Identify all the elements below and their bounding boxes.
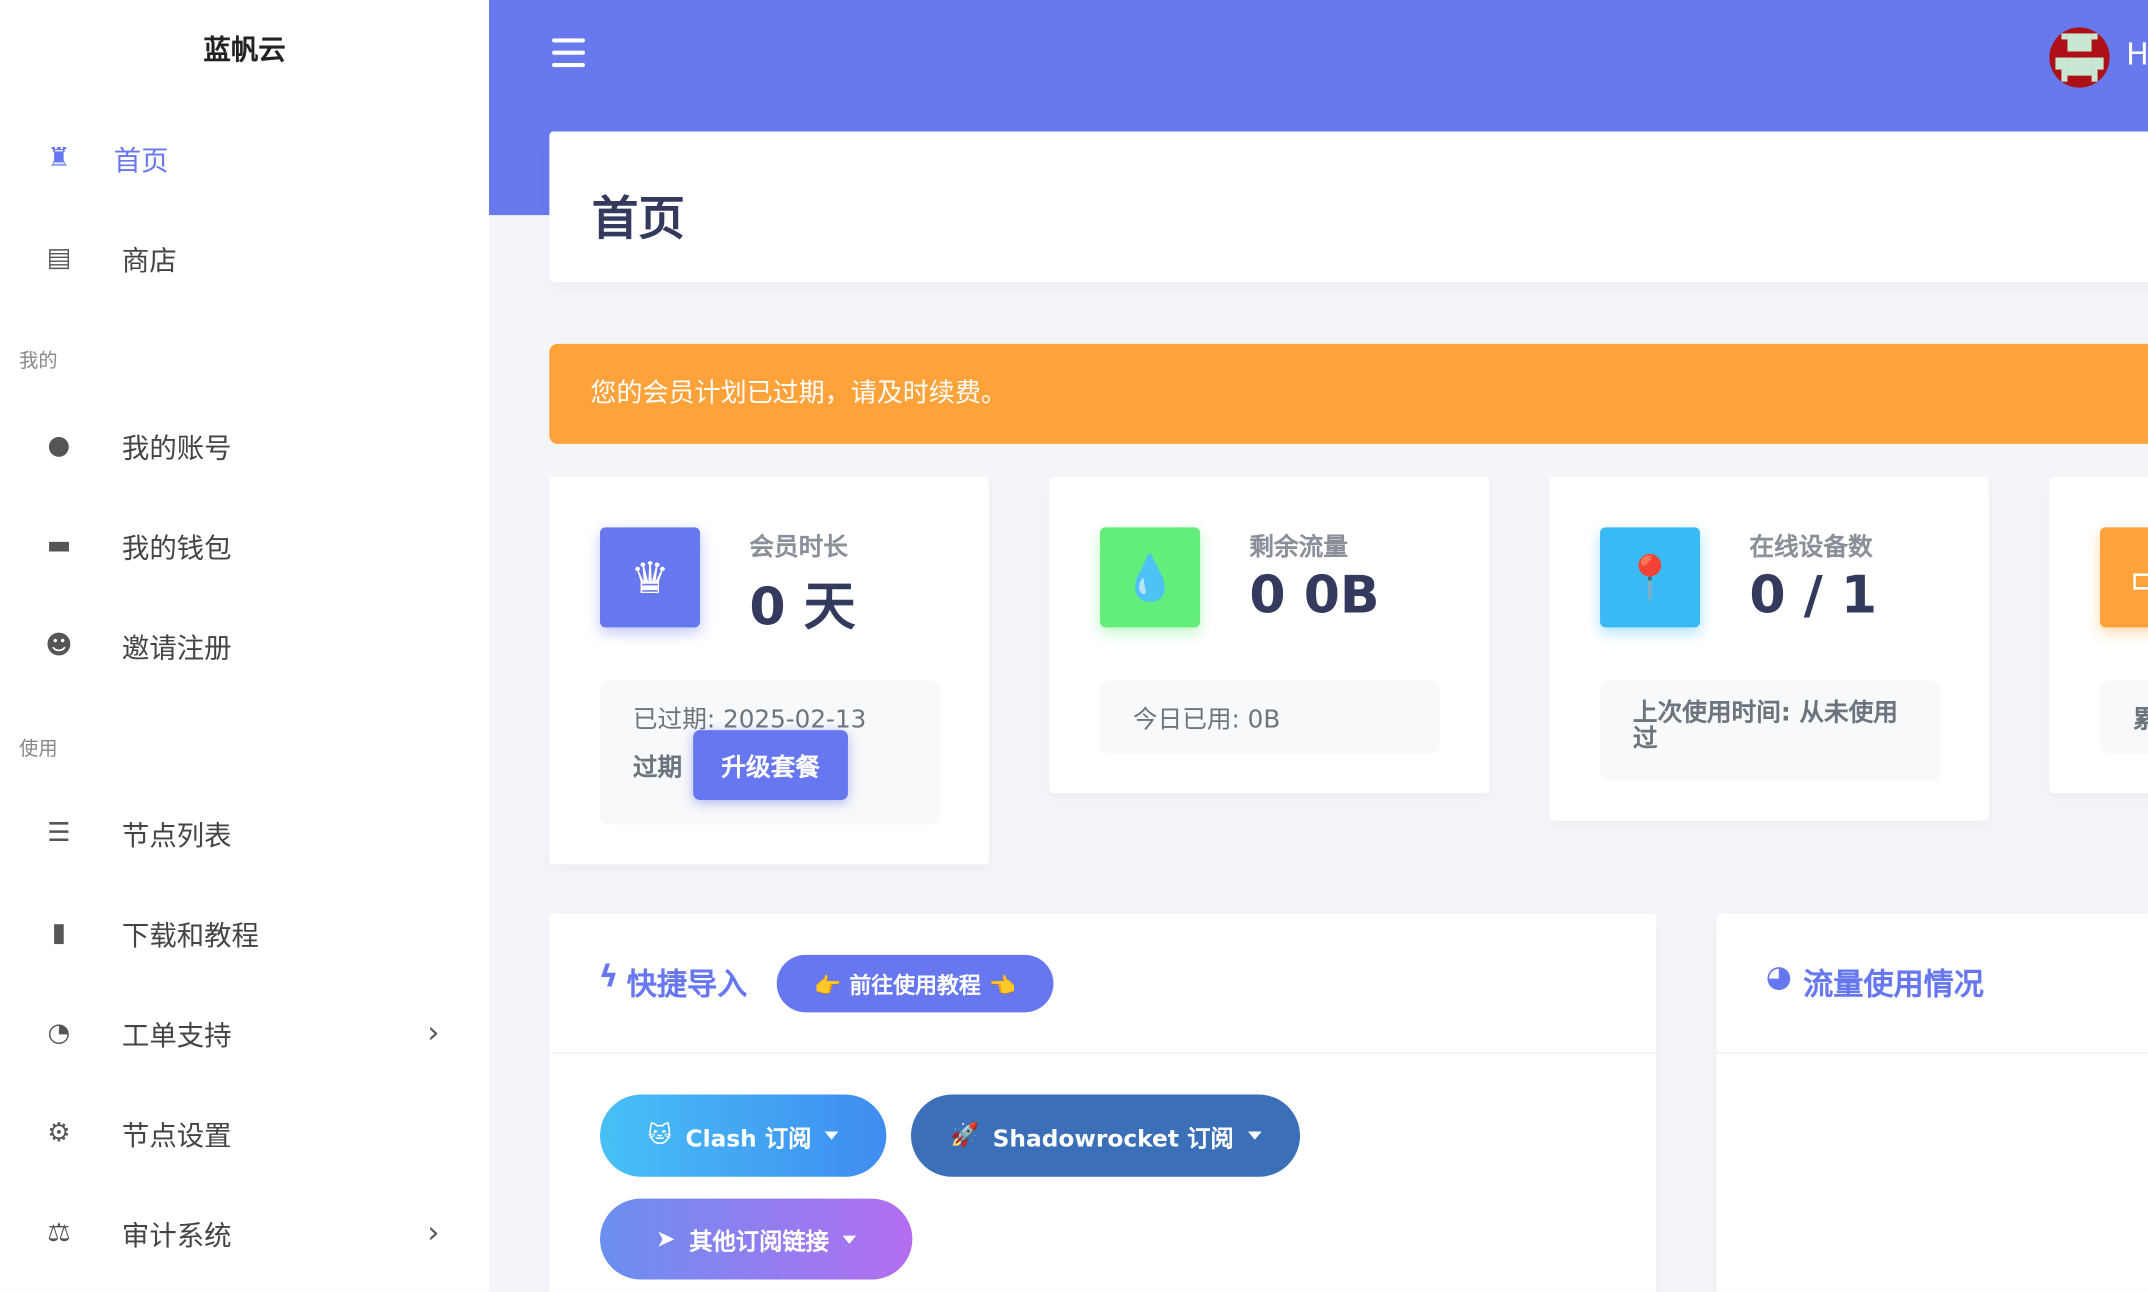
sidebar-item-account[interactable]: ● 我的账号 [0, 411, 489, 479]
other-subscribe-button[interactable]: ➤ 其他订阅链接 [600, 1198, 913, 1280]
today-usage: 今日已用: 0B [1100, 680, 1440, 754]
button-label: Clash 订阅 [685, 1125, 812, 1153]
map-marker-icon: 📍 [1600, 527, 1701, 628]
sidebar: 蓝帆云 ♜ 首页 ▤ 商店 我的 ● 我的账号 ▬ 我的钱包 ☻ 邀请注册 使用 ☰ 节点列… [0, 0, 490, 1292]
caret-down-icon [842, 1234, 857, 1244]
card-header: ϟ 快捷导入 [599, 960, 748, 1004]
pie-chart-icon: ◕ [1765, 960, 1793, 995]
crown-icon: ♛ [600, 527, 701, 628]
card-title: 流量使用情况 [1803, 968, 1984, 1003]
chevron-right-icon: › [427, 1015, 440, 1051]
divider [1716, 1052, 2148, 1054]
rocket-icon: 🚀 [949, 1121, 979, 1150]
wallet-icon: ▬ [46, 530, 72, 561]
button-label: 其他订阅链接 [689, 1228, 829, 1257]
sidebar-item-label: 节点设置 [121, 1118, 232, 1152]
divider [549, 1052, 1657, 1054]
caret-down-icon [825, 1131, 839, 1140]
last-used: 上次使用时间: 从未使用过 [1600, 680, 1940, 781]
paper-plane-icon: ➤ [656, 1225, 676, 1253]
stat-card-traffic: 💧 剩余流量 0 0B 今日已用: 0B [1049, 476, 1490, 794]
sidebar-item-downloads[interactable]: ▮ 下载和教程 [0, 899, 489, 967]
castle-icon: ♜ [47, 142, 71, 173]
sidebar-item-label: 下载和教程 [121, 918, 259, 952]
page-title-card: 首页 [549, 131, 2148, 283]
tutorial-button[interactable]: 👉 前往使用教程 👈 [776, 954, 1054, 1013]
sidebar-item-store[interactable]: ▤ 商店 [0, 223, 489, 291]
sidebar-item-label: 工单支持 [121, 1018, 232, 1052]
card-header: ◕ 流量使用情况 [1766, 960, 1984, 1004]
gear-icon: ⚙ [47, 1117, 71, 1148]
sidebar-item-label: 节点列表 [121, 818, 232, 852]
stat-label: 会员时长 [749, 532, 848, 562]
headset-icon: ◔ [47, 1017, 71, 1048]
avatar[interactable] [2049, 27, 2110, 88]
balance-scale-icon: ⚖ [47, 1217, 71, 1248]
sidebar-item-label: 我的钱包 [121, 530, 232, 564]
section-label: 我的 [19, 350, 58, 373]
quick-import-card: ϟ 快捷导入 👉 前往使用教程 👈 🐱 Clash 订阅 🚀 Shadowrocket… [549, 913, 1657, 1292]
upgrade-plan-button[interactable]: 升级套餐 [693, 730, 848, 801]
bolt-icon: ϟ [598, 960, 619, 995]
brand-logo: 蓝帆云 [203, 32, 286, 66]
card-title: 快捷导入 [626, 968, 748, 1003]
book-icon: ▮ [51, 917, 67, 948]
laugh-icon: ☻ [45, 630, 73, 661]
shadowrocket-subscribe-button[interactable]: 🚀 Shadowrocket 订阅 [910, 1094, 1301, 1177]
stat-value: 0 0B [1249, 564, 1380, 625]
sidebar-item-label: 首页 [113, 143, 169, 177]
button-label: Shadowrocket 订阅 [992, 1125, 1234, 1153]
stat-label: 剩余流量 [1249, 532, 1348, 562]
sidebar-item-label: 邀请注册 [121, 630, 232, 664]
sidebar-item-label: 我的账号 [121, 430, 232, 464]
menu-toggle-icon[interactable] [552, 38, 585, 75]
sidebar-item-home[interactable]: ♜ 首页 [0, 123, 489, 191]
sidebar-item-label: 审计系统 [121, 1218, 232, 1252]
sidebar-item-audit[interactable]: ⚖ 审计系统 › [0, 1199, 489, 1267]
stat-footer: 累 [2100, 680, 2148, 754]
user-name[interactable]: H [2126, 38, 2148, 72]
user-icon: ● [47, 430, 71, 461]
chevron-right-icon: › [427, 1215, 440, 1251]
store-icon: ▤ [46, 242, 72, 273]
sidebar-item-invite[interactable]: ☻ 邀请注册 [0, 611, 489, 679]
stat-value: 0 天 [749, 576, 856, 638]
calendar-icon: ▭ [2100, 527, 2148, 628]
stat-card-4: ▭ 累 [2049, 476, 2148, 794]
sidebar-item-node-settings[interactable]: ⚙ 节点设置 [0, 1099, 489, 1167]
stat-label: 在线设备数 [1749, 532, 1873, 562]
cat-icon: 🐱 [647, 1121, 672, 1150]
clash-subscribe-button[interactable]: 🐱 Clash 订阅 [600, 1094, 887, 1177]
server-icon: ☰ [47, 817, 71, 848]
sidebar-item-wallet[interactable]: ▬ 我的钱包 [0, 511, 489, 579]
section-label: 使用 [19, 738, 58, 761]
sidebar-item-nodes[interactable]: ☰ 节点列表 [0, 799, 489, 867]
page-title: 首页 [591, 191, 685, 247]
expired-label: 过期 [632, 753, 683, 783]
expired-alert: 您的会员计划已过期，请及时续费。 [549, 343, 2148, 444]
stat-card-membership: ♛ 会员时长 0 天 已过期: 2025-02-13 过期 升级套餐 [549, 476, 990, 865]
sidebar-item-label: 商店 [121, 243, 177, 277]
stat-value: 0 / 1 [1749, 564, 1878, 625]
traffic-usage-card: ◕ 流量使用情况 [1716, 913, 2148, 1292]
stat-footer: 已过期: 2025-02-13 过期 升级套餐 [600, 680, 940, 825]
stat-card-devices: 📍 在线设备数 0 / 1 上次使用时间: 从未使用过 [1549, 476, 1990, 821]
caret-down-icon [1247, 1131, 1262, 1140]
sidebar-item-tickets[interactable]: ◔ 工单支持 › [0, 999, 489, 1067]
droplet-icon: 💧 [1100, 527, 1201, 628]
